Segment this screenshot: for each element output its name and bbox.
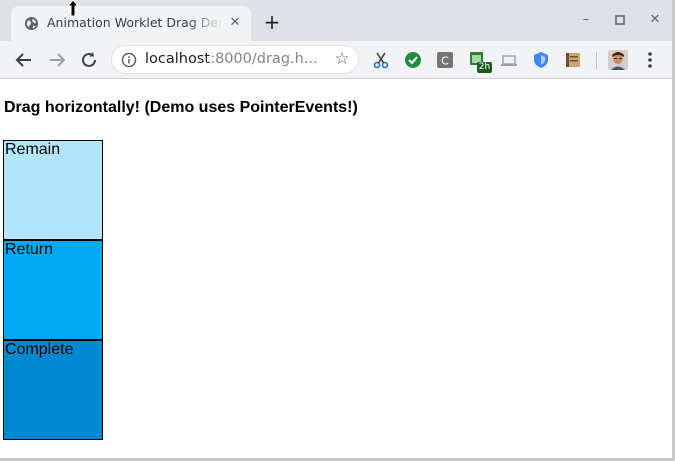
book-icon[interactable] [564, 51, 582, 69]
avatar[interactable] [608, 50, 628, 70]
scissors-icon[interactable] [372, 51, 390, 69]
url-host: localhost [145, 51, 211, 67]
new-tab-button[interactable]: + [262, 12, 282, 32]
address-bar[interactable]: localhost:8000/drag.h... ☆ [111, 45, 359, 74]
menu-button[interactable] [641, 49, 659, 71]
box-label: Remain [5, 141, 61, 158]
arrow-right-icon [50, 53, 66, 67]
laptop-icon[interactable] [500, 51, 518, 69]
forward-button[interactable] [46, 49, 68, 71]
resize-cursor-icon [66, 0, 80, 16]
page-content: Drag horizontally! (Demo uses PointerEve… [0, 80, 672, 458]
url-text[interactable]: localhost:8000/drag.h... [145, 51, 320, 69]
box-label: Return [5, 241, 54, 258]
maximize-button[interactable] [612, 12, 628, 28]
drag-box-return[interactable]: Return [3, 240, 103, 340]
info-icon[interactable] [121, 52, 137, 68]
page-heading: Drag horizontally! (Demo uses PointerEve… [4, 99, 358, 116]
c-letter-icon[interactable]: C [436, 51, 454, 69]
calendar-2h-icon[interactable]: 2h [468, 49, 492, 73]
tab-active[interactable]: Animation Worklet Drag Demo ✕ [11, 6, 251, 41]
tab-strip: Animation Worklet Drag Demo ✕ + – ✕ [0, 0, 672, 41]
minimize-button[interactable]: – [578, 12, 594, 28]
window-close-button[interactable]: ✕ [647, 12, 663, 28]
check-shield-icon[interactable] [404, 51, 422, 69]
box-label: Complete [5, 341, 74, 358]
close-icon[interactable]: ✕ [227, 15, 243, 31]
shield-icon[interactable] [532, 51, 550, 69]
drag-box-remain[interactable]: Remain [3, 140, 103, 240]
globe-icon [24, 16, 39, 31]
browser-window: Animation Worklet Drag Demo ✕ + – ✕ loca… [0, 0, 675, 461]
reload-icon [82, 52, 96, 67]
toolbar-separator [596, 52, 597, 69]
url-path: :8000/drag.h... [210, 51, 318, 67]
reload-button[interactable] [78, 49, 100, 71]
tab-title: Animation Worklet Drag Demo [47, 15, 223, 30]
toolbar: localhost:8000/drag.h... ☆ C 2h [0, 41, 672, 79]
back-button[interactable] [13, 49, 35, 71]
bookmark-star-icon[interactable]: ☆ [332, 49, 352, 69]
maximize-icon [615, 15, 625, 25]
arrow-left-icon [15, 53, 31, 67]
more-vert-icon [648, 52, 652, 68]
drag-box-complete[interactable]: Complete [3, 340, 103, 440]
svg-text:C: C [441, 55, 449, 68]
extension-badge: 2h [478, 62, 491, 72]
